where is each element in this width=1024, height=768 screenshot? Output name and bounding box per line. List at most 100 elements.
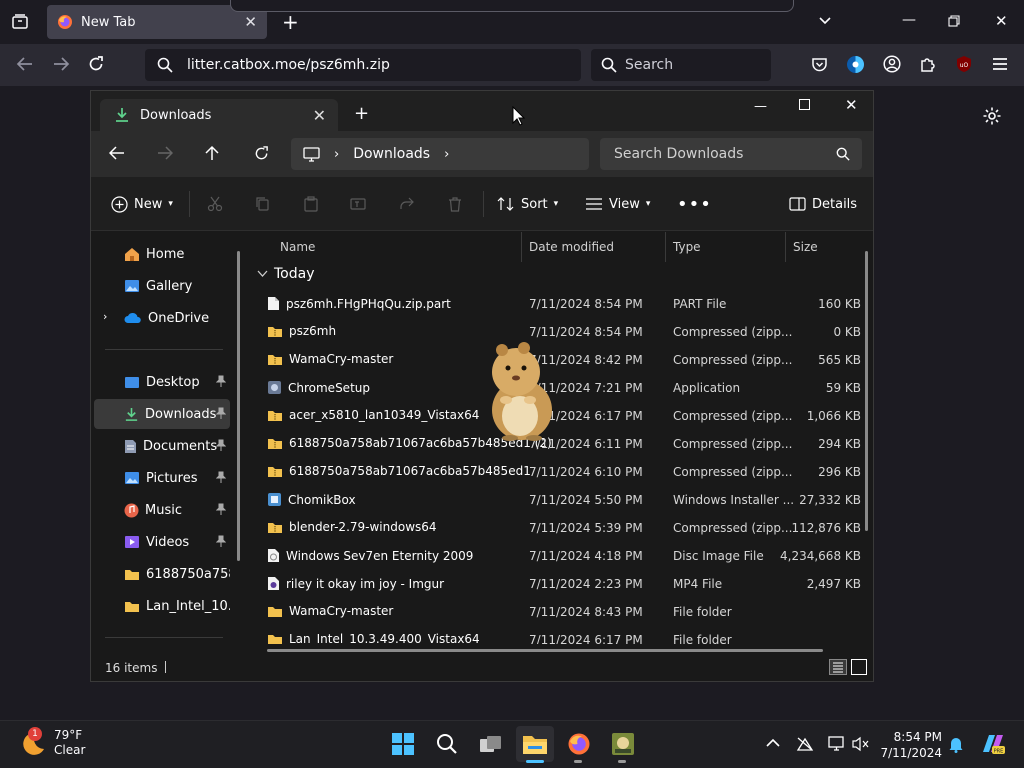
sidebar-item-documents[interactable]: Documents	[94, 431, 230, 461]
pin-icon[interactable]	[216, 535, 226, 547]
file-row[interactable]: psz6mh.FHgPHqQu.zip.part 7/11/2024 8:54 P…	[249, 290, 861, 318]
sidebar-item-folder[interactable]: 6188750a758ab7	[94, 559, 230, 589]
column-divider[interactable]	[665, 232, 666, 262]
image-app-taskbar-icon[interactable]	[604, 726, 642, 762]
details-view-icon[interactable]	[829, 659, 847, 675]
sidebar-item-music[interactable]: Music	[94, 495, 230, 525]
file-list-vertical-scrollbar[interactable]	[865, 251, 868, 531]
rename-icon[interactable]	[350, 177, 366, 231]
share-icon[interactable]	[399, 177, 415, 231]
details-button[interactable]: Details	[789, 177, 857, 231]
sidebar-item-folder[interactable]: Lan_Intel_10.3.4	[94, 591, 230, 621]
copilot-icon[interactable]: PRE	[980, 732, 1006, 756]
breadcrumb-downloads[interactable]: Downloads	[353, 146, 430, 162]
forward-arrow-icon[interactable]	[157, 146, 173, 160]
up-arrow-icon[interactable]	[205, 145, 219, 161]
firefox-taskbar-icon[interactable]	[560, 726, 598, 762]
file-row[interactable]: Windows Sev7en Eternity 2009 7/11/2024 4:…	[249, 542, 861, 570]
taskbar	[0, 720, 1024, 768]
sidebar-item-onedrive[interactable]: OneDrive	[94, 303, 230, 333]
pocket-icon[interactable]	[811, 56, 828, 73]
forward-arrow-icon[interactable]	[52, 56, 70, 72]
sidebar-item-gallery[interactable]: Gallery	[94, 271, 230, 301]
sidebar-item-desktop[interactable]: Desktop	[94, 367, 230, 397]
tab-list-icon[interactable]	[10, 12, 30, 32]
extensions-puzzle-icon[interactable]	[919, 55, 937, 73]
new-button[interactable]: New ▾	[111, 177, 173, 231]
gear-icon[interactable]	[982, 106, 1002, 126]
weather-widget[interactable]: 1 79°F Clear	[18, 727, 85, 758]
column-type[interactable]: Type	[673, 240, 701, 254]
back-arrow-icon[interactable]	[109, 146, 125, 160]
chevron-right-icon[interactable]: ›	[334, 147, 339, 162]
file-row[interactable]: riley it okay im joy - Imgur 7/11/2024 2:…	[249, 570, 861, 598]
minimize-icon[interactable]: —	[902, 12, 916, 28]
group-header-today[interactable]: Today	[257, 266, 315, 282]
pin-icon[interactable]	[216, 439, 226, 451]
onedrive-icon	[124, 312, 142, 324]
file-list-horizontal-scrollbar[interactable]	[267, 649, 823, 652]
paste-icon[interactable]	[303, 177, 319, 231]
address-bar[interactable]: › Downloads ›	[291, 138, 589, 170]
pin-icon[interactable]	[216, 471, 226, 483]
ublock-origin-icon[interactable]: uO	[955, 55, 973, 73]
file-row[interactable]: ChomikBox 7/11/2024 5:50 PM Windows Instal…	[249, 486, 861, 514]
file-row[interactable]: Lan_Intel_10.3.49.400_Vistax64 7/11/2024 …	[249, 626, 861, 644]
taskbar-search-icon[interactable]	[428, 726, 466, 762]
close-tab-icon[interactable]: ✕	[244, 13, 257, 31]
pin-icon[interactable]	[216, 375, 226, 387]
close-window-icon[interactable]: ✕	[995, 12, 1008, 30]
copy-icon[interactable]	[255, 177, 271, 231]
view-button[interactable]: View ▾	[585, 177, 650, 231]
pin-icon[interactable]	[216, 503, 226, 515]
explorer-search-input[interactable]: Search Downloads	[600, 138, 862, 170]
browser-search-box[interactable]: Search	[591, 49, 771, 81]
column-date-modified[interactable]: Date modified	[529, 240, 614, 254]
refresh-icon[interactable]	[254, 146, 269, 161]
large-icons-view-icon[interactable]	[851, 659, 867, 675]
file-row[interactable]: WamaCry-master 7/11/2024 8:43 PM File fold…	[249, 598, 861, 626]
maximize-icon[interactable]	[799, 99, 810, 110]
chevron-up-icon[interactable]	[766, 738, 780, 748]
start-button[interactable]	[384, 726, 422, 762]
column-name[interactable]: Name	[280, 240, 315, 254]
sort-button[interactable]: Sort ▾	[497, 177, 558, 231]
close-tab-icon[interactable]: ✕	[313, 106, 326, 125]
back-arrow-icon[interactable]	[16, 56, 34, 72]
display-icon[interactable]	[828, 736, 846, 752]
file-row[interactable]: 6188750a758ab71067ac6ba57b485ed1 7/11/202…	[249, 458, 861, 486]
column-divider[interactable]	[785, 232, 786, 262]
chevron-down-icon[interactable]	[818, 14, 832, 28]
column-divider[interactable]	[521, 232, 522, 262]
chevron-right-icon[interactable]: ›	[444, 147, 449, 162]
account-icon[interactable]	[883, 55, 901, 73]
file-size: 565 KB	[818, 353, 861, 367]
sidebar-item-downloads[interactable]: Downloads	[94, 399, 230, 429]
more-options-icon[interactable]: •••	[677, 177, 712, 231]
sidebar-item-pictures[interactable]: Pictures	[94, 463, 230, 493]
reload-icon[interactable]	[88, 56, 104, 72]
extension-color-icon[interactable]	[846, 55, 865, 74]
restore-icon[interactable]	[948, 15, 960, 27]
new-tab-button[interactable]: +	[354, 103, 369, 124]
explorer-tab-downloads[interactable]: Downloads ✕	[100, 99, 338, 131]
task-view-icon[interactable]	[472, 726, 510, 762]
cut-icon[interactable]	[207, 177, 223, 231]
sidebar-scrollbar[interactable]	[237, 251, 240, 561]
close-window-icon[interactable]: ✕	[845, 96, 858, 114]
sidebar-item-videos[interactable]: Videos	[94, 527, 230, 557]
new-tab-button[interactable]: +	[282, 10, 299, 34]
url-bar[interactable]: litter.catbox.moe/psz6mh.zip	[145, 49, 581, 81]
file-row[interactable]: blender-2.79-windows64 7/11/2024 5:39 PM C…	[249, 514, 861, 542]
notification-bell-icon[interactable]	[948, 735, 964, 753]
taskbar-clock[interactable]: 8:54 PM 7/11/2024	[880, 729, 942, 761]
file-explorer-taskbar-icon[interactable]	[516, 726, 554, 762]
column-size[interactable]: Size	[793, 240, 818, 254]
network-disconnected-icon[interactable]	[796, 736, 814, 752]
minimize-icon[interactable]: —	[754, 99, 767, 114]
volume-muted-icon[interactable]	[852, 736, 870, 752]
pin-icon[interactable]	[216, 407, 226, 419]
delete-icon[interactable]	[447, 177, 463, 231]
sidebar-item-home[interactable]: Home	[94, 239, 230, 269]
menu-hamburger-icon[interactable]	[991, 56, 1009, 72]
